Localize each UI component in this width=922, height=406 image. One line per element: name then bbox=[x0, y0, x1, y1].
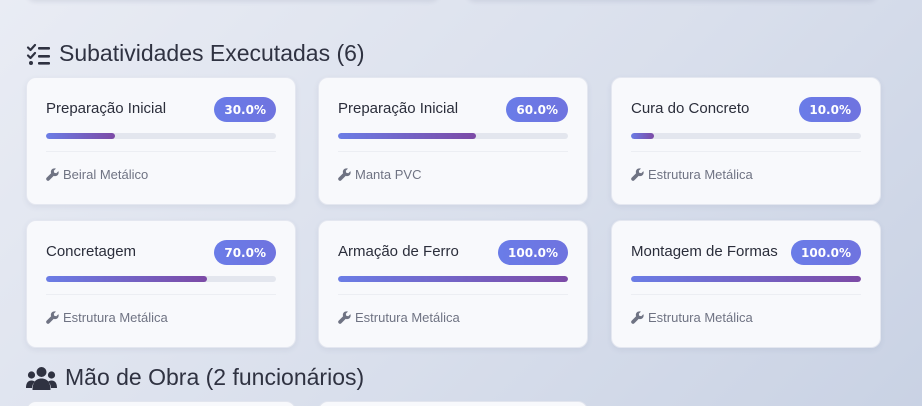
subactivity-card: Montagem de Formas 100.0% Estrutura Metáli… bbox=[611, 220, 881, 348]
users-icon bbox=[26, 366, 57, 390]
material-info: Estrutura Metálica bbox=[46, 310, 168, 325]
worker-card bbox=[318, 401, 588, 406]
progress-bar bbox=[46, 133, 276, 139]
progress-bar bbox=[338, 276, 568, 282]
section-title: Subatividades Executadas (6) bbox=[59, 40, 365, 66]
progress-fill bbox=[631, 133, 654, 139]
progress-fill bbox=[631, 276, 861, 282]
subactivity-card: Preparação Inicial 30.0% Beiral Metálico bbox=[26, 77, 296, 205]
subactivity-name: Montagem de Formas bbox=[631, 243, 778, 260]
progress-fill bbox=[338, 276, 568, 282]
wrench-icon bbox=[631, 311, 644, 324]
subactivity-card: Preparação Inicial 60.0% Manta PVC bbox=[318, 77, 588, 205]
material-info: Beiral Metálico bbox=[46, 167, 148, 182]
progress-bar bbox=[631, 276, 861, 282]
material-info: Manta PVC bbox=[338, 167, 421, 182]
divider bbox=[46, 151, 276, 152]
material-label: Estrutura Metálica bbox=[63, 310, 168, 325]
divider bbox=[631, 151, 861, 152]
subactivity-name: Concretagem bbox=[46, 243, 137, 260]
subactivity-name: Preparação Inicial bbox=[338, 100, 459, 117]
progress-badge: 100.0% bbox=[791, 240, 861, 265]
subactivity-card: Cura do Concreto 10.0% Estrutura Metálica bbox=[611, 77, 881, 205]
progress-badge: 100.0% bbox=[498, 240, 568, 265]
wrench-icon bbox=[338, 168, 351, 181]
material-label: Estrutura Metálica bbox=[648, 167, 753, 182]
workforce-heading: Mão de Obra (2 funcionários) bbox=[26, 364, 364, 391]
wrench-icon bbox=[338, 311, 351, 324]
material-info: Estrutura Metálica bbox=[631, 167, 753, 182]
divider bbox=[631, 294, 861, 295]
subactivity-card: Concretagem 70.0% Estrutura Metálica bbox=[26, 220, 296, 348]
progress-fill bbox=[46, 133, 115, 139]
section-title: Mão de Obra (2 funcionários) bbox=[65, 364, 365, 390]
wrench-icon bbox=[46, 311, 59, 324]
progress-fill bbox=[338, 133, 476, 139]
progress-bar bbox=[338, 133, 568, 139]
material-label: Manta PVC bbox=[355, 167, 422, 182]
task-list-icon bbox=[26, 42, 51, 66]
subactivity-name: Armação de Ferro bbox=[338, 243, 459, 260]
subactivities-heading: Subatividades Executadas (6) bbox=[26, 40, 365, 67]
material-label: Estrutura Metálica bbox=[648, 310, 753, 325]
material-label: Estrutura Metálica bbox=[355, 310, 460, 325]
material-info: Estrutura Metálica bbox=[338, 310, 460, 325]
progress-badge: 60.0% bbox=[506, 97, 568, 122]
wrench-icon bbox=[631, 168, 644, 181]
worker-card bbox=[26, 401, 296, 406]
progress-badge: 70.0% bbox=[214, 240, 276, 265]
divider bbox=[338, 151, 568, 152]
material-info: Estrutura Metálica bbox=[631, 310, 753, 325]
progress-fill bbox=[46, 276, 207, 282]
progress-bar bbox=[631, 133, 861, 139]
wrench-icon bbox=[46, 168, 59, 181]
progress-badge: 30.0% bbox=[214, 97, 276, 122]
subactivity-name: Preparação Inicial bbox=[46, 100, 167, 117]
divider bbox=[338, 294, 568, 295]
subactivity-name: Cura do Concreto bbox=[631, 100, 750, 117]
divider bbox=[46, 294, 276, 295]
progress-bar bbox=[46, 276, 276, 282]
progress-badge: 10.0% bbox=[799, 97, 861, 122]
subactivity-card: Armação de Ferro 100.0% Estrutura Metálica bbox=[318, 220, 588, 348]
material-label: Beiral Metálico bbox=[63, 167, 149, 182]
